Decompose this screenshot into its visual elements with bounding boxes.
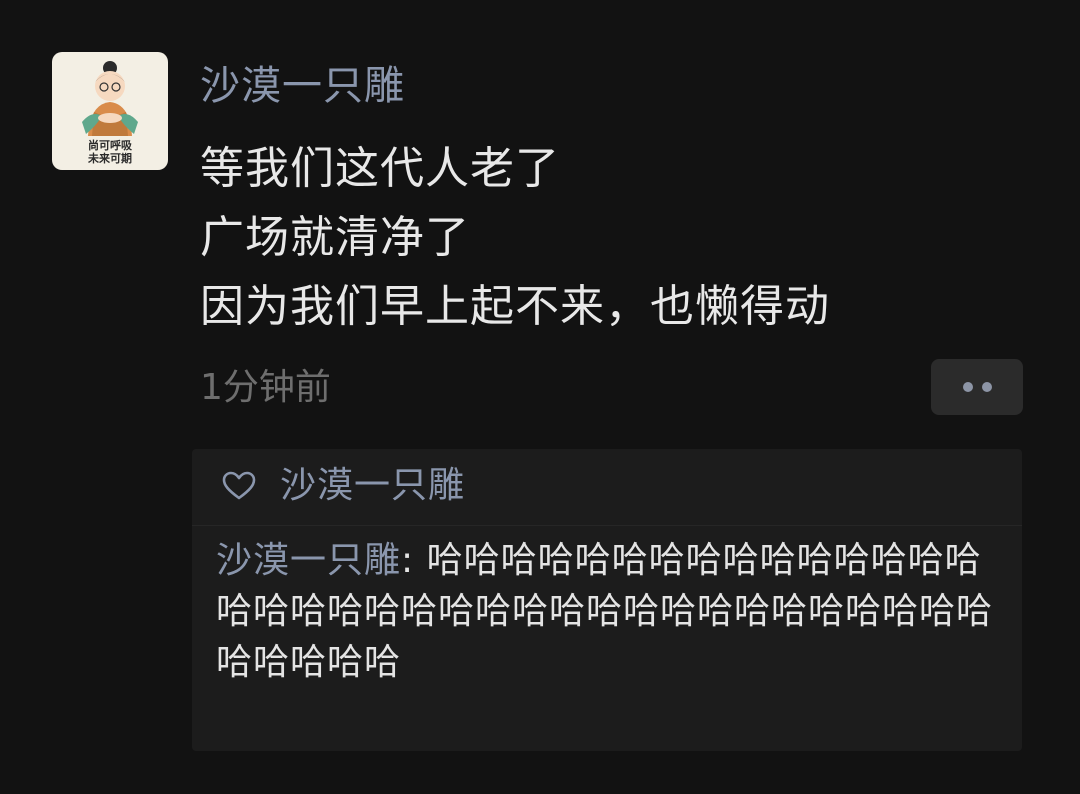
more-dots-icon	[982, 382, 992, 392]
author-name[interactable]: 沙漠一只雕	[200, 58, 405, 114]
heart-icon	[222, 471, 256, 500]
more-dots-icon	[963, 382, 973, 392]
more-button[interactable]	[931, 359, 1023, 415]
avatar[interactable]: 尚可呼吸 未来可期	[52, 52, 168, 170]
comment-separator: :	[401, 540, 427, 581]
like-user-name[interactable]: 沙漠一只雕	[280, 461, 465, 511]
post-timestamp: 1分钟前	[200, 367, 331, 408]
divider	[192, 525, 1022, 526]
likes-row: 沙漠一只雕	[222, 461, 465, 511]
post-line: 因为我们早上起不来，也懒得动	[200, 281, 830, 332]
avatar-caption-line2: 未来可期	[88, 152, 132, 165]
interaction-panel: 沙漠一只雕 沙漠一只雕: 哈哈哈哈哈哈哈哈哈哈哈哈哈哈哈哈哈哈哈哈哈哈哈哈哈哈哈…	[192, 449, 1022, 751]
moment-post: 尚可呼吸 未来可期 沙漠一只雕 等我们这代人老了 广场就清净了 因为我们早上起不…	[0, 0, 1080, 794]
post-text: 等我们这代人老了 广场就清净了 因为我们早上起不来，也懒得动	[200, 134, 1020, 341]
comment[interactable]: 沙漠一只雕: 哈哈哈哈哈哈哈哈哈哈哈哈哈哈哈哈哈哈哈哈哈哈哈哈哈哈哈哈哈哈哈哈哈…	[216, 535, 1006, 688]
avatar-caption-line1: 尚可呼吸	[88, 139, 132, 152]
post-line: 广场就清净了	[200, 212, 470, 263]
post-line: 等我们这代人老了	[200, 143, 560, 194]
comment-author[interactable]: 沙漠一只雕	[216, 540, 401, 581]
